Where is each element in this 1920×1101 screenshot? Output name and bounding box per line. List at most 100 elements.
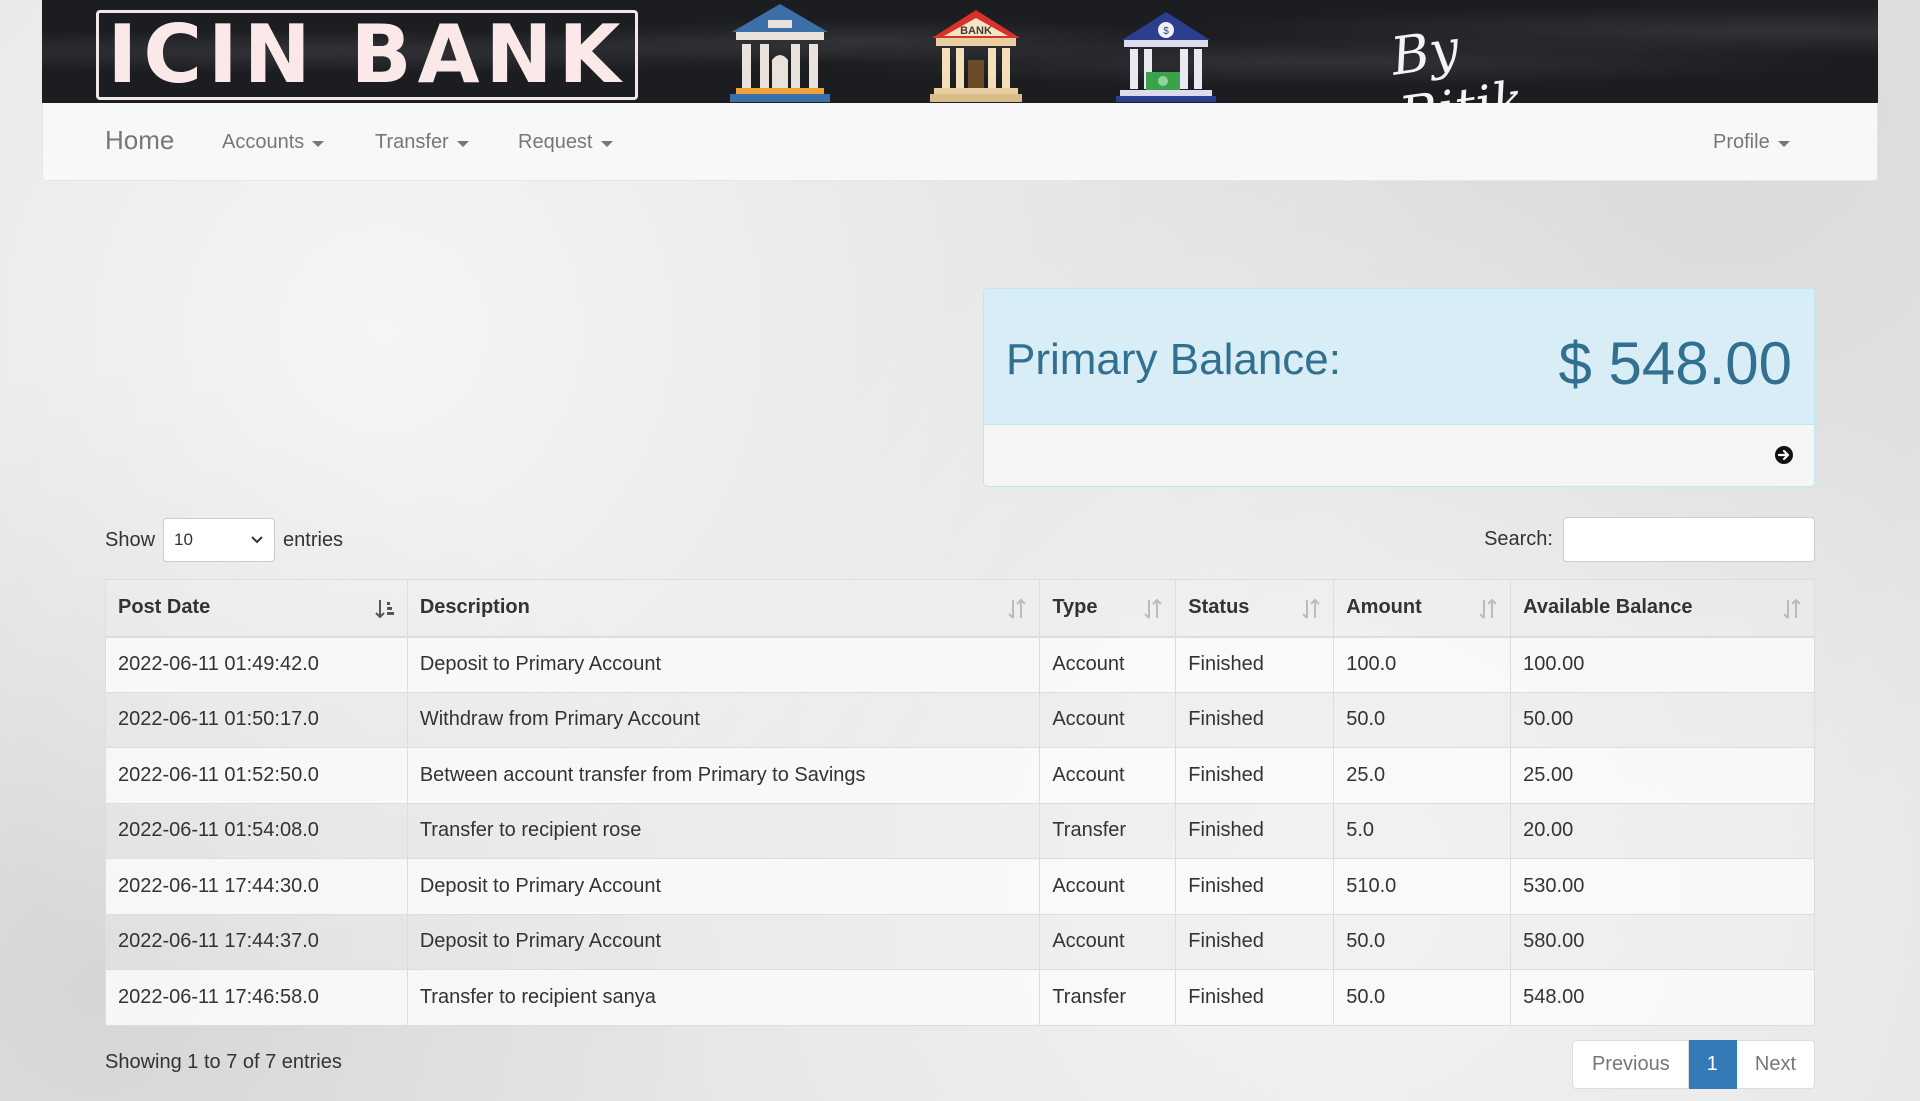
balance-footer — [984, 425, 1814, 486]
nav-accounts-dropdown[interactable]: Accounts — [222, 131, 325, 154]
column-header-type[interactable]: Type — [1039, 579, 1177, 638]
cell-post-date: 2022-06-11 17:44:30.0 — [105, 858, 408, 915]
primary-balance-panel: Primary Balance: $ 548.00 — [983, 288, 1815, 487]
table-row: 2022-06-11 01:50:17.0 Withdraw from Prim… — [105, 691, 1815, 748]
cell-available-balance: 580.00 — [1510, 913, 1815, 970]
cell-post-date: 2022-06-11 17:44:37.0 — [105, 913, 408, 970]
sort-both-icon — [1783, 598, 1801, 619]
balance-amount: $ 548.00 — [1558, 330, 1792, 397]
cell-post-date: 2022-06-11 17:46:58.0 — [105, 969, 408, 1026]
nav-transfer-label: Transfer — [375, 131, 449, 153]
nav-home-link[interactable]: Home — [105, 125, 174, 156]
cell-type: Account — [1039, 636, 1177, 693]
cell-post-date: 2022-06-11 01:49:42.0 — [105, 636, 408, 693]
search-input[interactable] — [1563, 517, 1815, 562]
column-header-description[interactable]: Description — [406, 579, 1041, 638]
cell-type: Transfer — [1039, 969, 1177, 1026]
cell-available-balance: 50.00 — [1510, 691, 1815, 748]
transactions-table: Post Date Description Type Status Amount… — [105, 579, 1815, 1026]
cell-status: Finished — [1175, 913, 1335, 970]
cell-description: Between account transfer from Primary to… — [406, 747, 1041, 804]
cell-available-balance: 20.00 — [1510, 802, 1815, 859]
cell-description: Deposit to Primary Account — [406, 913, 1041, 970]
cell-description: Transfer to recipient sanya — [406, 969, 1041, 1026]
column-header-label: Type — [1052, 596, 1098, 619]
cell-post-date: 2022-06-11 01:52:50.0 — [105, 747, 408, 804]
cell-available-balance: 25.00 — [1510, 747, 1815, 804]
table-row: 2022-06-11 17:44:37.0 Deposit to Primary… — [105, 913, 1815, 970]
chevron-down-icon — [251, 536, 263, 544]
logo-text: ICIN BANK — [107, 8, 627, 101]
column-header-status[interactable]: Status — [1175, 579, 1335, 638]
cell-status: Finished — [1175, 969, 1335, 1026]
circle-arrow-right-icon[interactable] — [1774, 445, 1794, 465]
next-page-button[interactable]: Next — [1736, 1040, 1815, 1089]
cell-description: Deposit to Primary Account — [406, 858, 1041, 915]
cell-amount: 50.0 — [1333, 913, 1512, 970]
header-banner: ICIN BANK BANK $ By — [42, 0, 1878, 103]
search-control: Search: — [1484, 517, 1815, 562]
nav-request-dropdown[interactable]: Request — [518, 131, 613, 154]
table-row: 2022-06-11 01:52:50.0 Between account tr… — [105, 747, 1815, 804]
cell-type: Account — [1039, 747, 1177, 804]
table-row: 2022-06-11 01:54:08.0 Transfer to recipi… — [105, 802, 1815, 859]
page-length-select[interactable]: 10 — [163, 518, 276, 562]
bank-building-icon: BANK — [930, 10, 1022, 102]
caret-down-icon — [1777, 140, 1790, 147]
sort-both-icon — [1479, 598, 1497, 619]
entries-label: entries — [283, 528, 344, 551]
page-length-control: Show 10 entries — [105, 518, 343, 562]
svg-text:$: $ — [1163, 26, 1169, 37]
nav-accounts-label: Accounts — [222, 131, 305, 153]
caret-down-icon — [312, 140, 325, 147]
cell-status: Finished — [1175, 747, 1335, 804]
table-row: 2022-06-11 01:49:42.0 Deposit to Primary… — [105, 636, 1815, 693]
cell-type: Account — [1039, 691, 1177, 748]
cell-type: Account — [1039, 913, 1177, 970]
caret-down-icon — [600, 140, 613, 147]
cell-amount: 50.0 — [1333, 969, 1512, 1026]
column-header-amount[interactable]: Amount — [1333, 579, 1512, 638]
nav-profile-dropdown[interactable]: Profile — [1713, 131, 1790, 154]
nav-profile-label: Profile — [1713, 131, 1770, 153]
signature-text: By Ritik — [1387, 18, 1527, 103]
balance-label: Primary Balance: — [1006, 335, 1342, 384]
table-info-text: Showing 1 to 7 of 7 entries — [105, 1051, 342, 1073]
cell-post-date: 2022-06-11 01:50:17.0 — [105, 691, 408, 748]
table-row: 2022-06-11 17:44:30.0 Deposit to Primary… — [105, 858, 1815, 915]
column-header-label: Post Date — [118, 596, 211, 619]
page-length-value: 10 — [174, 530, 193, 549]
cell-amount: 5.0 — [1333, 802, 1512, 859]
cell-type: Account — [1039, 858, 1177, 915]
column-header-label: Description — [419, 596, 530, 619]
sort-both-icon — [1302, 598, 1320, 619]
column-header-label: Amount — [1346, 596, 1422, 619]
table-row: 2022-06-11 17:46:58.0 Transfer to recipi… — [105, 969, 1815, 1026]
caret-down-icon — [456, 140, 469, 147]
cell-available-balance: 100.00 — [1510, 636, 1815, 693]
column-header-label: Available Balance — [1523, 596, 1693, 619]
bank-logo: ICIN BANK — [96, 10, 638, 100]
cell-amount: 50.0 — [1333, 691, 1512, 748]
cell-amount: 510.0 — [1333, 858, 1512, 915]
nav-transfer-dropdown[interactable]: Transfer — [375, 131, 469, 154]
cell-description: Transfer to recipient rose — [406, 802, 1041, 859]
previous-page-button[interactable]: Previous — [1571, 1040, 1689, 1089]
cell-status: Finished — [1175, 858, 1335, 915]
show-label: Show — [105, 528, 156, 551]
sort-both-icon — [1144, 598, 1162, 619]
bank-building-icon — [730, 4, 830, 102]
column-header-available-balance[interactable]: Available Balance — [1510, 579, 1815, 638]
page-1-button[interactable]: 1 — [1688, 1040, 1737, 1089]
nav-request-label: Request — [518, 131, 593, 153]
column-header-post-date[interactable]: Post Date — [105, 579, 408, 638]
cell-available-balance: 530.00 — [1510, 858, 1815, 915]
cell-status: Finished — [1175, 636, 1335, 693]
cell-amount: 25.0 — [1333, 747, 1512, 804]
table-header-row: Post Date Description Type Status Amount… — [105, 579, 1815, 638]
cell-description: Withdraw from Primary Account — [406, 691, 1041, 748]
cell-status: Finished — [1175, 802, 1335, 859]
sort-ascending-icon — [375, 600, 394, 619]
cell-available-balance: 548.00 — [1510, 969, 1815, 1026]
cell-amount: 100.0 — [1333, 636, 1512, 693]
